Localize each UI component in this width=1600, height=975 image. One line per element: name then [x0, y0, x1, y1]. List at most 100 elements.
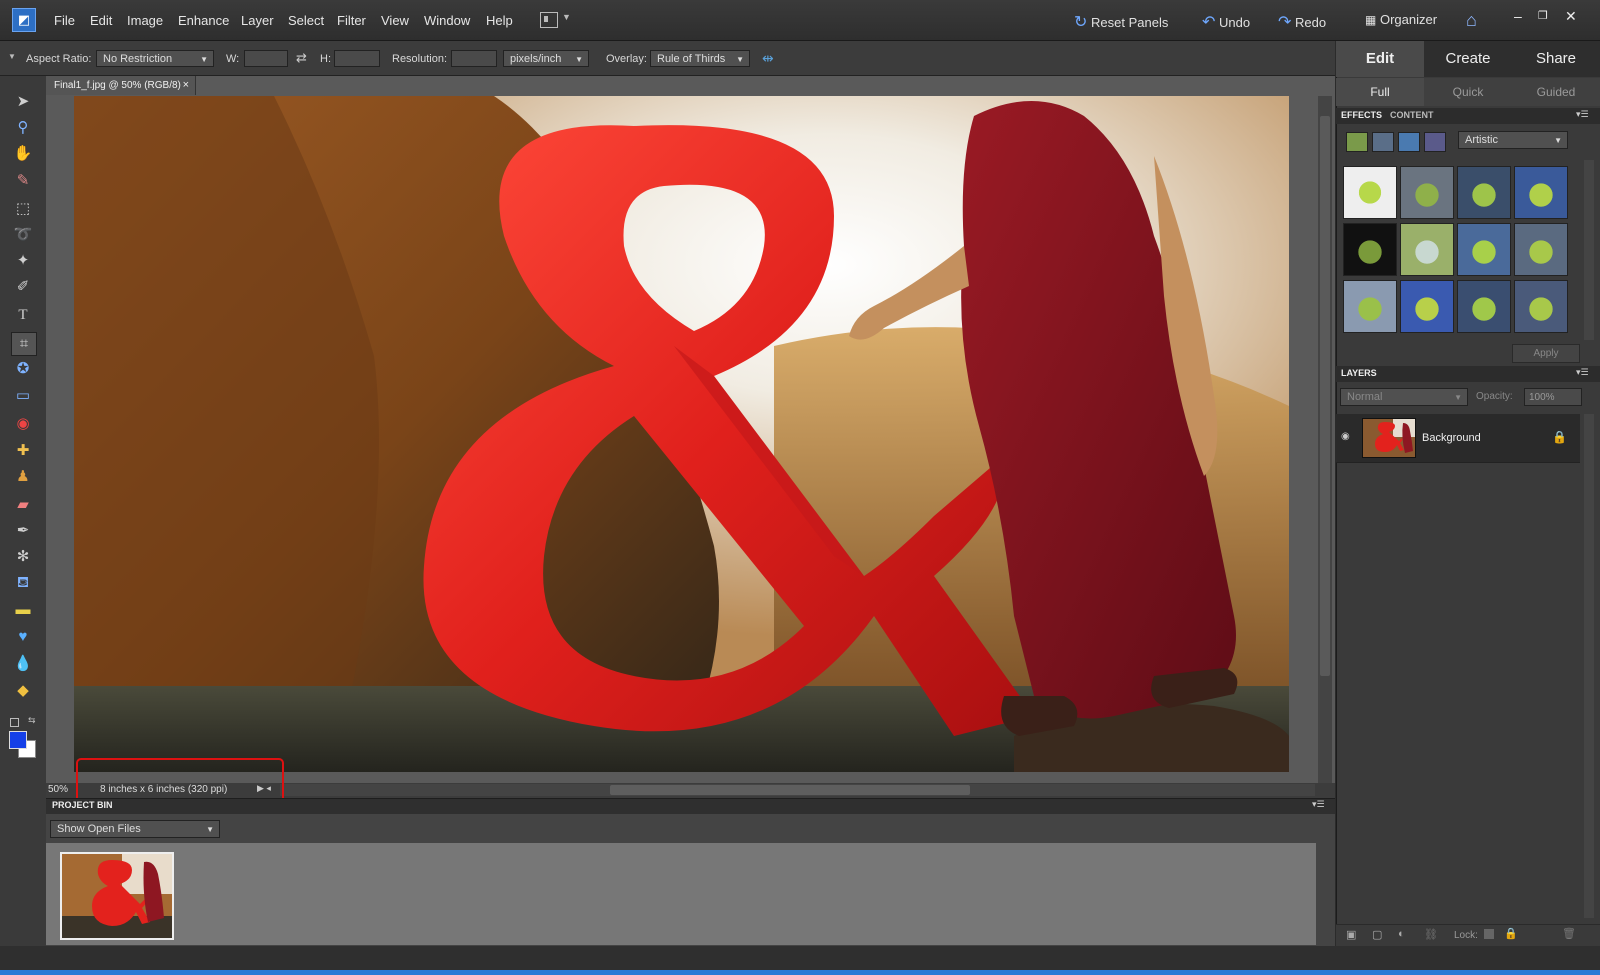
tab-share[interactable]: Share [1512, 41, 1600, 77]
effect-thumbnail[interactable] [1457, 280, 1511, 333]
menu-image[interactable]: Image [127, 13, 163, 28]
menu-file[interactable]: File [54, 13, 75, 28]
menu-layer[interactable]: Layer [241, 13, 274, 28]
rotate-crop-icon[interactable]: ⇹ [762, 50, 774, 67]
magic-wand-icon[interactable]: ✦ [11, 250, 35, 272]
document-tab[interactable]: Final1_f.jpg @ 50% (RGB/8) × [46, 76, 196, 95]
blur-tool-icon[interactable]: 💧 [11, 653, 35, 675]
menu-enhance[interactable]: Enhance [178, 13, 229, 28]
effect-thumbnail[interactable] [1514, 166, 1568, 219]
quick-selection-icon[interactable]: ✐ [11, 276, 35, 298]
eye-icon[interactable]: ◉ [1341, 431, 1350, 442]
red-eye-icon[interactable]: ◉ [11, 413, 35, 435]
effect-thumbnail[interactable] [1514, 223, 1568, 276]
restore-icon[interactable]: ❐ [1538, 9, 1548, 22]
effect-thumbnail[interactable] [1343, 166, 1397, 219]
subtab-guided[interactable]: Guided [1512, 78, 1600, 106]
effect-thumbnail[interactable] [1400, 223, 1454, 276]
marquee-tool-icon[interactable]: ⬚ [11, 198, 35, 220]
opacity-input[interactable]: 100% [1524, 388, 1582, 406]
menu-window[interactable]: Window [424, 13, 470, 28]
effect-thumbnail[interactable] [1457, 166, 1511, 219]
zoom-tool-icon[interactable]: ⚲ [11, 117, 35, 139]
menu-edit[interactable]: Edit [90, 13, 112, 28]
reset-panels-button[interactable]: ↻ Reset Panels [1074, 12, 1168, 32]
effect-thumbnail[interactable] [1343, 280, 1397, 333]
resolution-input[interactable] [451, 50, 497, 67]
eyedropper-icon[interactable]: ✎ [11, 170, 35, 192]
layout-icon[interactable] [540, 12, 558, 28]
trash-icon[interactable]: 🗑 [1562, 927, 1576, 940]
new-group-icon[interactable]: ▢ [1372, 928, 1382, 941]
height-input[interactable] [334, 50, 380, 67]
menu-select[interactable]: Select [288, 13, 324, 28]
apply-button[interactable]: Apply [1512, 344, 1580, 363]
adjustment-layer-icon[interactable]: ◐ [1398, 928, 1405, 940]
swap-icon[interactable]: ⇄ [296, 50, 307, 66]
aspect-ratio-select[interactable]: No Restriction ▼ [96, 50, 214, 67]
organizer-button[interactable]: ▦ Organizer [1365, 12, 1437, 27]
blend-mode-select[interactable]: Normal ▼ [1340, 388, 1468, 406]
zoom-level[interactable]: 50% [48, 784, 68, 795]
home-icon[interactable]: ⌂ [1466, 10, 1477, 31]
effect-thumbnail[interactable] [1400, 280, 1454, 333]
foreground-color-swatch[interactable] [9, 731, 27, 749]
crop-tool-icon[interactable]: ⌗ [11, 332, 37, 356]
show-all-icon[interactable] [1424, 132, 1446, 152]
tab-content[interactable]: CONTENT [1390, 110, 1434, 120]
app-logo-icon[interactable]: ◩ [12, 8, 36, 32]
smart-brush-icon[interactable]: ✻ [11, 546, 35, 568]
menu-filter[interactable]: Filter [337, 13, 366, 28]
effect-thumbnail[interactable] [1457, 223, 1511, 276]
move-tool-icon[interactable]: ➤ [11, 91, 35, 113]
bin-filter-select[interactable]: Show Open Files ▼ [50, 820, 220, 838]
close-tab-icon[interactable]: × [183, 76, 189, 95]
sponge-tool-icon[interactable]: ◆ [11, 680, 35, 702]
layer-thumbnail[interactable] [1362, 418, 1416, 458]
panel-menu-icon[interactable]: ▾☰ [1576, 109, 1589, 120]
tab-effects[interactable]: EFFECTS [1341, 110, 1382, 120]
minimize-icon[interactable]: – [1514, 8, 1522, 24]
undo-button[interactable]: ↶ Undo [1202, 12, 1250, 32]
panel-menu-icon[interactable]: ▾☰ [1312, 799, 1325, 810]
overlay-select[interactable]: Rule of Thirds ▼ [650, 50, 750, 67]
image-canvas[interactable] [74, 96, 1289, 772]
layer-styles-icon[interactable] [1372, 132, 1394, 152]
horizontal-scrollbar[interactable] [280, 784, 1315, 796]
effect-thumbnail[interactable] [1514, 280, 1568, 333]
gradient-tool-icon[interactable]: ▬ [11, 599, 35, 621]
effects-category-select[interactable]: Artistic ▼ [1458, 131, 1568, 149]
hand-tool-icon[interactable]: ✋ [11, 143, 35, 165]
brush-tool-icon[interactable]: ✒ [11, 520, 35, 542]
type-tool-icon[interactable]: T [11, 304, 35, 326]
options-menu-icon[interactable]: ▼ [8, 52, 16, 61]
link-layers-icon[interactable]: ⛓ [1424, 928, 1438, 941]
straighten-tool-icon[interactable]: ▭ [11, 385, 35, 407]
filters-icon[interactable] [1346, 132, 1368, 152]
shape-tool-icon[interactable]: ♥ [11, 626, 35, 648]
photo-effects-icon[interactable] [1398, 132, 1420, 152]
layers-scrollbar[interactable] [1584, 414, 1594, 918]
tab-edit[interactable]: Edit [1336, 41, 1424, 77]
layout-dropdown-icon[interactable]: ▼ [562, 12, 571, 22]
lock-transparency-icon[interactable] [1484, 929, 1494, 939]
width-input[interactable] [244, 50, 288, 67]
lock-all-icon[interactable]: 🔒 [1504, 927, 1518, 940]
subtab-full[interactable]: Full [1336, 78, 1424, 106]
swap-colors-icon[interactable]: ⇆ [28, 715, 36, 726]
paint-bucket-icon[interactable]: ⛾ [11, 572, 35, 594]
effect-thumbnail[interactable] [1343, 223, 1397, 276]
subtab-quick[interactable]: Quick [1424, 78, 1512, 106]
default-colors-icon[interactable] [10, 718, 19, 727]
lasso-tool-icon[interactable]: ➰ [11, 224, 35, 246]
open-file-thumbnail[interactable] [60, 852, 174, 940]
clone-stamp-icon[interactable]: ♟ [11, 466, 35, 488]
menu-help[interactable]: Help [486, 13, 513, 28]
resolution-unit-select[interactable]: pixels/inch ▼ [503, 50, 589, 67]
effect-thumbnail[interactable] [1400, 166, 1454, 219]
tab-create[interactable]: Create [1424, 41, 1512, 77]
healing-brush-icon[interactable]: ✚ [11, 440, 35, 462]
cookie-cutter-icon[interactable]: ✪ [11, 358, 35, 380]
vertical-scrollbar[interactable] [1318, 96, 1332, 786]
close-icon[interactable]: ✕ [1565, 8, 1577, 25]
